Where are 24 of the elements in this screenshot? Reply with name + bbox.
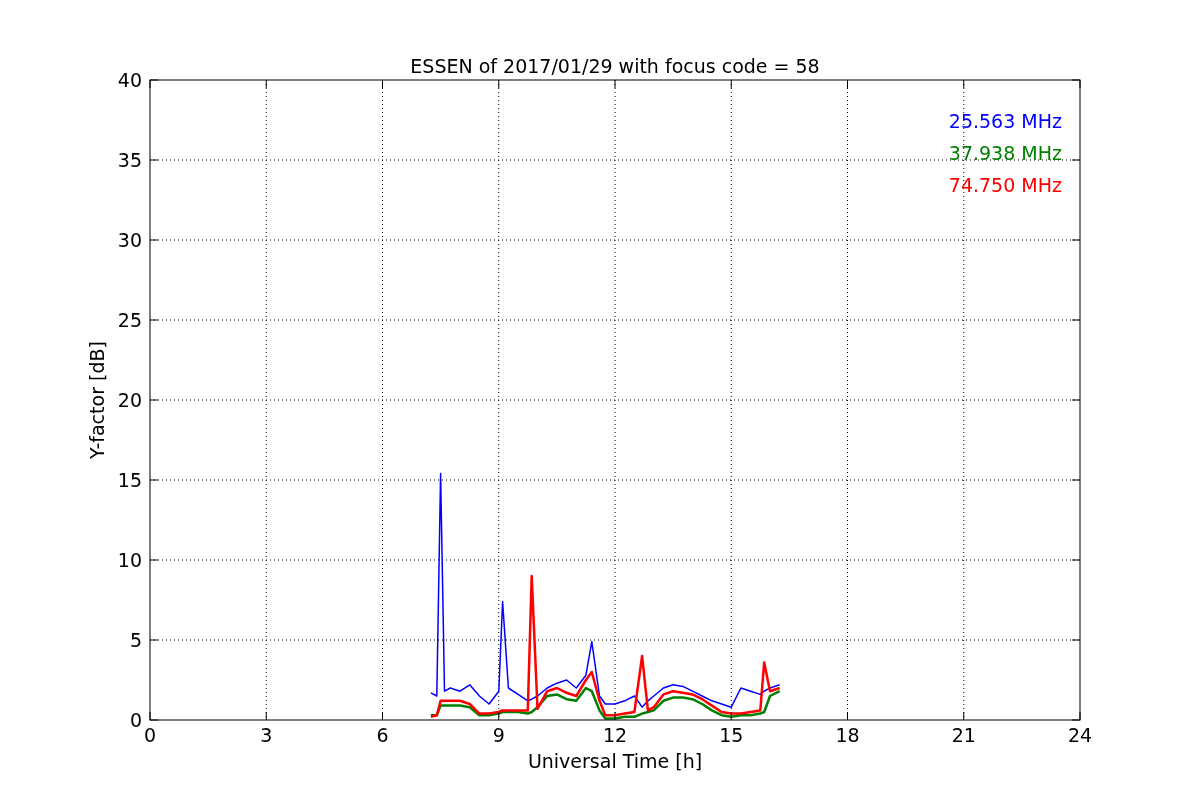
y-tick-label: 35 [117, 149, 142, 171]
x-axis-label: Universal Time [h] [527, 750, 703, 772]
y-tick-label: 40 [117, 69, 142, 91]
x-tick-label: 21 [951, 724, 976, 746]
x-tick-label: 3 [260, 724, 273, 746]
legend-label: 37.938 MHz [948, 142, 1062, 164]
x-tick-label: 12 [602, 724, 628, 746]
x-tick-label: 24 [1067, 724, 1093, 746]
x-tick-label: 15 [719, 724, 744, 746]
x-tick-label: 18 [835, 724, 860, 746]
legend-label: 25.563 MHz [948, 110, 1062, 132]
chart-title: ESSEN of 2017/01/29 with focus code = 58 [410, 55, 820, 77]
y-tick-label: 30 [117, 229, 142, 251]
y-tick-label: 15 [117, 469, 142, 491]
y-tick-label: 0 [129, 709, 142, 731]
x-tick-label: 0 [143, 724, 157, 746]
y-axis-label: Y-factor [dB] [86, 341, 108, 459]
y-tick-label: 25 [117, 309, 142, 331]
x-tick-label: 6 [376, 724, 389, 746]
y-tick-label: 5 [129, 629, 142, 651]
y-tick-label: 20 [117, 389, 142, 411]
x-tick-label: 9 [492, 724, 505, 746]
y-tick-label: 10 [117, 549, 142, 571]
legend-label: 74.750 MHz [948, 174, 1062, 196]
